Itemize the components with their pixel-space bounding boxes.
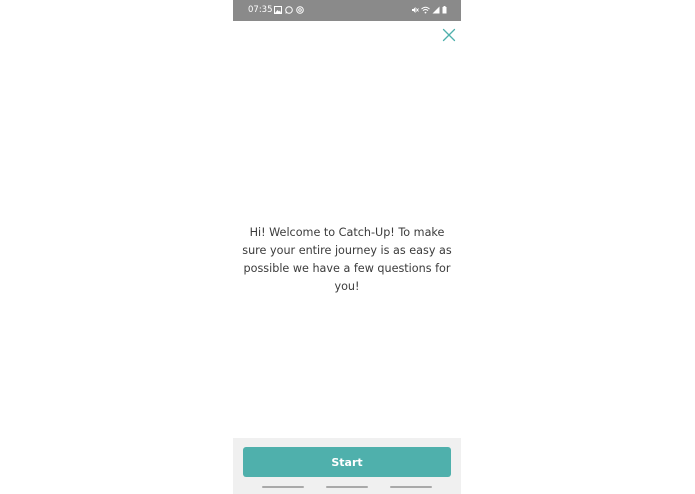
status-notification-icons xyxy=(274,6,304,14)
mute-icon xyxy=(412,7,419,13)
close-button[interactable] xyxy=(442,27,456,42)
status-bar: 07:35 xyxy=(233,0,461,21)
android-nav-bar xyxy=(233,486,461,490)
nav-back-button[interactable] xyxy=(390,486,432,488)
image-icon xyxy=(274,6,282,14)
battery-icon xyxy=(442,6,447,14)
wifi-icon xyxy=(421,6,430,14)
start-button[interactable]: Start xyxy=(243,447,451,477)
phone-screen: 07:35 Hi! Welcome to Catch-Up! To make s… xyxy=(233,0,461,494)
welcome-message: Hi! Welcome to Catch-Up! To make sure yo… xyxy=(242,226,452,293)
bottom-action-area: Start xyxy=(233,438,461,494)
nav-home-button[interactable] xyxy=(326,486,368,488)
nav-recents-button[interactable] xyxy=(262,486,304,488)
status-system-icons xyxy=(411,6,447,14)
close-icon xyxy=(442,28,456,42)
whatsapp-icon xyxy=(285,6,293,14)
signal-icon xyxy=(432,6,440,14)
status-time: 07:35 xyxy=(248,5,273,15)
at-icon xyxy=(296,6,304,14)
